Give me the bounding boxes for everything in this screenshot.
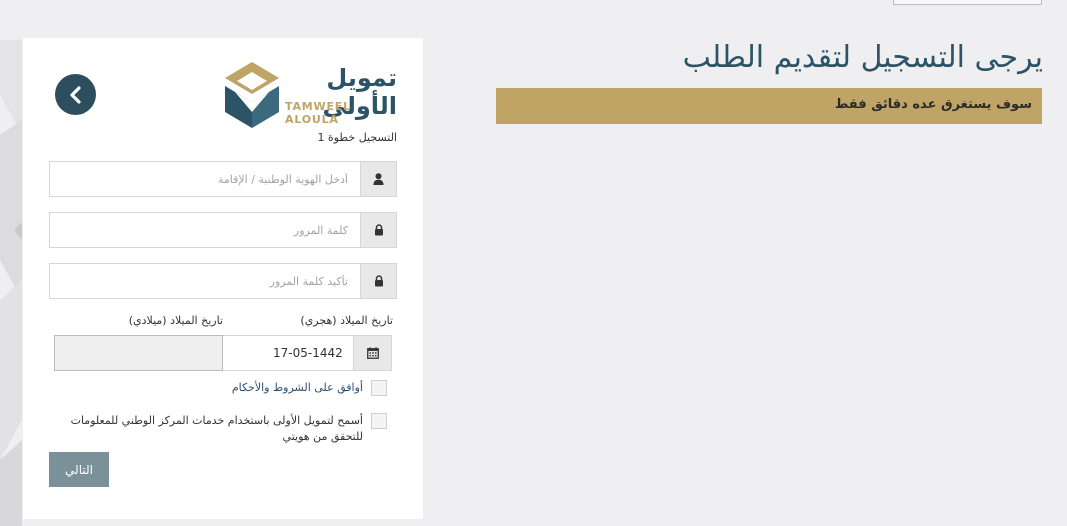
consent-row: أسمح لتمويل الأولى باستخدام خدمات المركز…	[57, 413, 387, 445]
page-title: يرجى التسجيل لتقديم الطلب	[682, 40, 1043, 75]
back-button[interactable]	[55, 74, 96, 115]
consent-checkbox[interactable]	[371, 413, 387, 429]
terms-link[interactable]: أوافق على الشروط والأحكام	[232, 380, 363, 396]
next-button[interactable]: التالي	[49, 452, 109, 487]
notice-bar: سوف يستغرق عده دقائق فقط	[496, 88, 1042, 124]
confirm-password-input[interactable]	[50, 264, 360, 298]
dob-hijri-label: تاريخ الميلاد (هجري)	[300, 314, 393, 327]
logo-mark-icon	[225, 62, 279, 128]
dob-gregorian-input[interactable]	[54, 335, 223, 371]
dob-row: 17-05-1442	[54, 335, 392, 371]
brand-logo: تمويل الأولى TAMWEEL ALOULA	[221, 60, 399, 130]
top-header-box	[893, 0, 1042, 5]
registration-card: تمويل الأولى TAMWEEL ALOULA التسجيل خطوة…	[23, 38, 423, 519]
national-id-field	[49, 161, 397, 197]
password-field	[49, 212, 397, 248]
logo-english-text: TAMWEEL ALOULA	[285, 100, 351, 126]
calendar-icon	[366, 347, 379, 359]
step-label: التسجيل خطوة 1	[317, 131, 397, 144]
dob-gregorian-label: تاريخ الميلاد (ميلادي)	[128, 314, 223, 327]
lock-addon	[360, 264, 396, 298]
password-input[interactable]	[50, 213, 360, 247]
lock-addon	[360, 213, 396, 247]
user-icon	[373, 173, 384, 185]
dob-hijri-input[interactable]: 17-05-1442	[223, 335, 353, 371]
terms-row: أوافق على الشروط والأحكام	[232, 380, 387, 396]
confirm-password-field	[49, 263, 397, 299]
consent-label: أسمح لتمويل الأولى باستخدام خدمات المركز…	[70, 414, 363, 443]
user-addon	[360, 162, 396, 196]
terms-checkbox[interactable]	[371, 380, 387, 396]
chevron-left-icon	[69, 85, 81, 104]
lock-icon	[374, 224, 383, 236]
national-id-input[interactable]	[50, 162, 360, 196]
lock-icon	[374, 275, 383, 287]
calendar-addon[interactable]	[353, 335, 392, 371]
